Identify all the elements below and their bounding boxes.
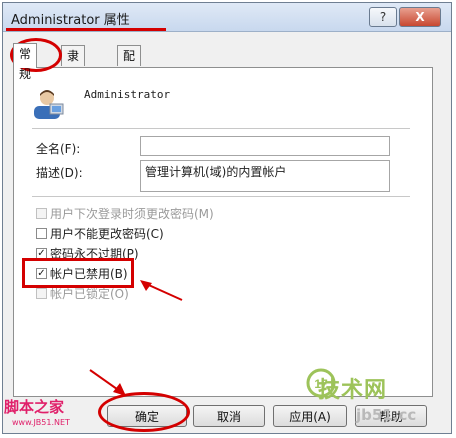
annotation-arrows: [89, 280, 183, 396]
watermark-left-url: www.JB51.NET: [12, 418, 70, 427]
tab-general[interactable]: 常规: [13, 43, 38, 81]
watermark-right: 技术网: [318, 378, 388, 403]
watermark-right-url: jb51.cc: [356, 406, 417, 424]
watermark-left: 脚本之家: [4, 398, 65, 416]
arrow-head-icon: [113, 383, 126, 396]
